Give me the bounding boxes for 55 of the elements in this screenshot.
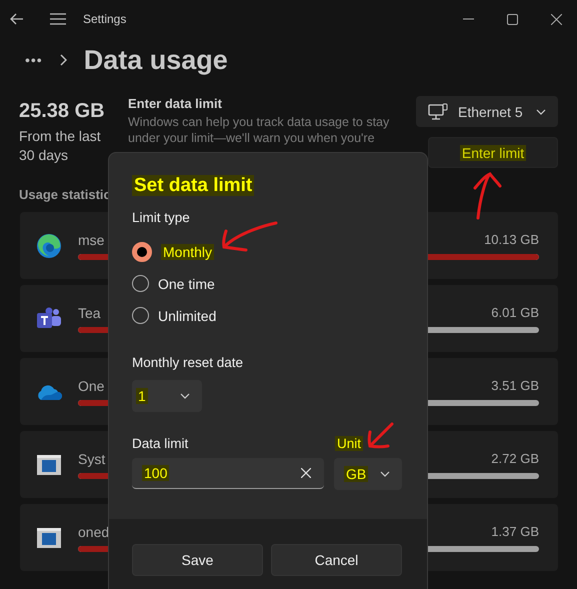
field-label: Unit: [335, 436, 364, 451]
field-label: Limit type: [132, 210, 191, 225]
usage-amount: 1.37 GB: [491, 524, 539, 540]
usage-amount: 10.13 GB: [484, 232, 539, 248]
maximize-icon[interactable]: [507, 14, 518, 24]
period-text: From the last 30 days: [19, 127, 102, 165]
close-icon[interactable]: [551, 14, 562, 24]
cloud-icon: [36, 384, 62, 400]
radio-button[interactable]: [132, 307, 149, 324]
total-usage: 25.38 GB: [19, 100, 106, 123]
unit-dropdown[interactable]: GB: [334, 458, 402, 490]
limit-description: Windows can help you track data usage to stay under your limit—we'll warn you when you're: [128, 114, 390, 146]
back-icon[interactable]: [10, 13, 24, 25]
radio-option[interactable]: Unlimited: [132, 305, 403, 326]
usage-amount: 2.72 GB: [491, 450, 539, 466]
window-title: Settings: [83, 12, 126, 26]
page-title: Data usage: [84, 44, 228, 76]
window-icon: [36, 454, 62, 474]
app-name: Syst: [78, 450, 106, 466]
annotation-arrow: [368, 422, 394, 448]
section-heading: Usage statistic: [19, 187, 111, 203]
app-name: Tea: [78, 304, 101, 320]
sphere-icon: [36, 232, 62, 258]
field-label: Monthly reset date: [132, 355, 244, 370]
enter-limit-button[interactable]: Enter limit: [428, 137, 558, 168]
field-label: Data limit: [132, 436, 190, 451]
reset-date-dropdown[interactable]: 1: [132, 380, 202, 412]
dialog-button[interactable]: Save: [132, 544, 263, 576]
chevron-down-icon: [380, 471, 390, 477]
clear-icon[interactable]: [301, 468, 311, 478]
dialog-button[interactable]: Cancel: [271, 544, 402, 576]
app-name: oned: [78, 524, 110, 540]
minimize-icon[interactable]: [463, 18, 474, 20]
people-tile-icon: [36, 306, 62, 330]
network-dropdown[interactable]: Ethernet 5: [416, 96, 558, 127]
radio-option[interactable]: Monthly: [132, 241, 403, 262]
menu-icon[interactable]: [50, 13, 66, 25]
window-icon: [36, 528, 62, 548]
chevron-down-icon: [536, 108, 546, 114]
data-limit-field[interactable]: 100: [132, 458, 324, 489]
chevron-down-icon: [180, 393, 190, 399]
annotation-arrow: [474, 172, 502, 220]
radio-option[interactable]: One time: [132, 273, 403, 294]
annotation-arrow: [222, 222, 278, 252]
usage-amount: 3.51 GB: [491, 378, 539, 394]
overflow-menu[interactable]: •••: [25, 52, 43, 68]
radio-button[interactable]: [132, 275, 149, 292]
radio-button[interactable]: [132, 242, 152, 262]
monitor-icon: [428, 102, 448, 120]
usage-amount: 6.01 GB: [491, 304, 539, 320]
limit-heading: Enter data limit: [128, 96, 223, 111]
chevron-icon: [60, 54, 67, 66]
dialog-title: Set data limit: [132, 175, 256, 197]
app-name: mse: [78, 232, 104, 248]
app-name: One: [78, 378, 104, 394]
